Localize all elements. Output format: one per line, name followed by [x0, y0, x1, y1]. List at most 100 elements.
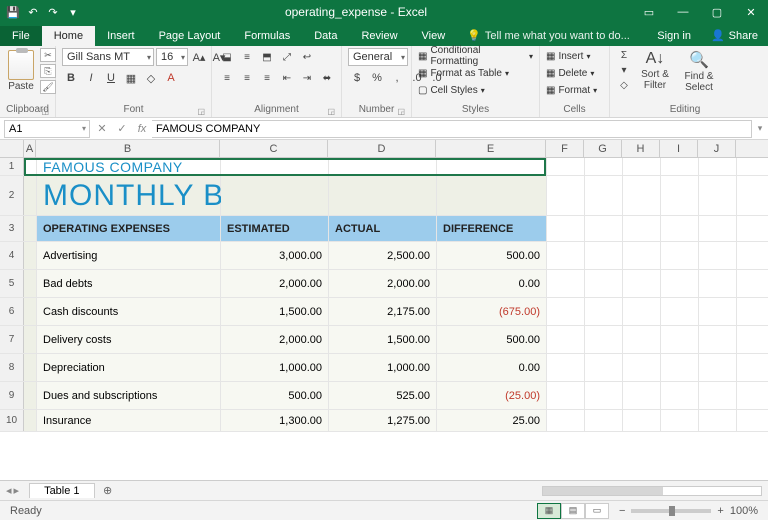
font-dialog-icon[interactable]: ◲: [197, 107, 205, 116]
copy-icon[interactable]: ⎘: [40, 64, 56, 78]
row-header[interactable]: 6: [0, 298, 24, 325]
row-header[interactable]: 1: [0, 158, 24, 175]
cell[interactable]: [699, 176, 737, 215]
underline-button[interactable]: U: [102, 69, 120, 87]
cell[interactable]: [24, 410, 37, 431]
cell[interactable]: 3,000.00: [221, 242, 329, 269]
cell[interactable]: [24, 270, 37, 297]
name-box[interactable]: A1: [4, 120, 90, 138]
tab-home[interactable]: Home: [42, 26, 95, 46]
cell[interactable]: [585, 326, 623, 353]
align-bottom-icon[interactable]: ⬒: [258, 48, 276, 66]
cell[interactable]: Depreciation: [37, 354, 221, 381]
accounting-icon[interactable]: $: [348, 69, 366, 87]
cell[interactable]: [585, 158, 623, 175]
close-icon[interactable]: ✕: [734, 0, 768, 24]
cell[interactable]: OPERATING EXPENSES: [37, 216, 221, 241]
row-header[interactable]: 9: [0, 382, 24, 409]
cell[interactable]: 0.00: [437, 270, 547, 297]
cell[interactable]: [585, 410, 623, 431]
border-button[interactable]: ▦: [122, 69, 140, 87]
format-cells-button[interactable]: ▦Format▾: [546, 82, 597, 98]
col-header[interactable]: I: [660, 140, 698, 157]
cell-styles-button[interactable]: ▢Cell Styles▾: [418, 82, 533, 98]
cell[interactable]: [585, 270, 623, 297]
enter-formula-icon[interactable]: ✓: [112, 120, 132, 138]
cell[interactable]: [699, 298, 737, 325]
cell[interactable]: [547, 382, 585, 409]
cell[interactable]: [585, 382, 623, 409]
wrap-text-icon[interactable]: ↩: [298, 48, 316, 66]
cell[interactable]: [623, 298, 661, 325]
ribbon-options-icon[interactable]: ▭: [632, 0, 666, 24]
cell[interactable]: [547, 216, 585, 241]
cell[interactable]: [661, 158, 699, 175]
format-painter-icon[interactable]: 🖌: [40, 80, 56, 94]
zoom-level[interactable]: 100%: [730, 505, 758, 517]
cell[interactable]: (25.00): [437, 382, 547, 409]
cell[interactable]: (675.00): [437, 298, 547, 325]
save-icon[interactable]: 💾: [6, 5, 20, 19]
cell[interactable]: [547, 158, 585, 175]
cell[interactable]: [699, 382, 737, 409]
page-break-view-icon[interactable]: ▭: [585, 503, 609, 519]
align-top-icon[interactable]: ⬓: [218, 48, 236, 66]
cell[interactable]: 500.00: [437, 326, 547, 353]
cell[interactable]: [547, 298, 585, 325]
cell[interactable]: 1,000.00: [221, 354, 329, 381]
font-color-button[interactable]: A: [162, 69, 180, 87]
cell[interactable]: [699, 216, 737, 241]
tab-formulas[interactable]: Formulas: [232, 26, 302, 46]
cell[interactable]: [547, 354, 585, 381]
tab-data[interactable]: Data: [302, 26, 349, 46]
cell[interactable]: FAMOUS COMPANY: [37, 158, 221, 175]
cell[interactable]: [623, 410, 661, 431]
cell[interactable]: 25.00: [437, 410, 547, 431]
insert-cells-button[interactable]: ▦Insert▾: [546, 48, 597, 64]
col-header[interactable]: E: [436, 140, 546, 157]
cell[interactable]: [661, 242, 699, 269]
row-header[interactable]: 10: [0, 410, 24, 431]
cell[interactable]: [547, 176, 585, 215]
cell[interactable]: 1,275.00: [329, 410, 437, 431]
col-header[interactable]: D: [328, 140, 436, 157]
col-header[interactable]: B: [36, 140, 220, 157]
cell[interactable]: [547, 270, 585, 297]
cell[interactable]: 2,000.00: [221, 270, 329, 297]
cell[interactable]: [661, 298, 699, 325]
row-header[interactable]: 3: [0, 216, 24, 241]
cell[interactable]: Insurance: [37, 410, 221, 431]
cell[interactable]: [661, 410, 699, 431]
cell[interactable]: [623, 158, 661, 175]
zoom-in-icon[interactable]: +: [717, 505, 723, 517]
cell[interactable]: 525.00: [329, 382, 437, 409]
bold-button[interactable]: B: [62, 69, 80, 87]
tab-review[interactable]: Review: [349, 26, 409, 46]
cell[interactable]: [329, 176, 437, 215]
sheet-nav-prev-icon[interactable]: ◂: [6, 484, 12, 497]
delete-cells-button[interactable]: ▦Delete▾: [546, 65, 597, 81]
cell[interactable]: [24, 216, 37, 241]
alignment-dialog-icon[interactable]: ◲: [327, 107, 335, 116]
row-header[interactable]: 8: [0, 354, 24, 381]
cell[interactable]: [24, 158, 37, 175]
cell[interactable]: Delivery costs: [37, 326, 221, 353]
cell[interactable]: [547, 326, 585, 353]
cell[interactable]: [699, 242, 737, 269]
comma-icon[interactable]: ,: [388, 69, 406, 87]
italic-button[interactable]: I: [82, 69, 100, 87]
worksheet-grid[interactable]: A B C D E F G H I J 1FAMOUS COMPANY2MONT…: [0, 140, 768, 480]
cell[interactable]: [661, 176, 699, 215]
share-button[interactable]: 👤Share: [701, 25, 768, 46]
col-header[interactable]: C: [220, 140, 328, 157]
cell[interactable]: [661, 216, 699, 241]
sort-filter-button[interactable]: A↓ Sort & Filter: [636, 48, 674, 91]
cell[interactable]: 2,175.00: [329, 298, 437, 325]
sheet-tab[interactable]: Table 1: [29, 483, 94, 498]
cell[interactable]: [623, 382, 661, 409]
number-dialog-icon[interactable]: ◲: [397, 107, 405, 116]
align-middle-icon[interactable]: ≡: [238, 48, 256, 66]
cell[interactable]: [437, 176, 547, 215]
cell[interactable]: 1,300.00: [221, 410, 329, 431]
cell[interactable]: 2,000.00: [221, 326, 329, 353]
